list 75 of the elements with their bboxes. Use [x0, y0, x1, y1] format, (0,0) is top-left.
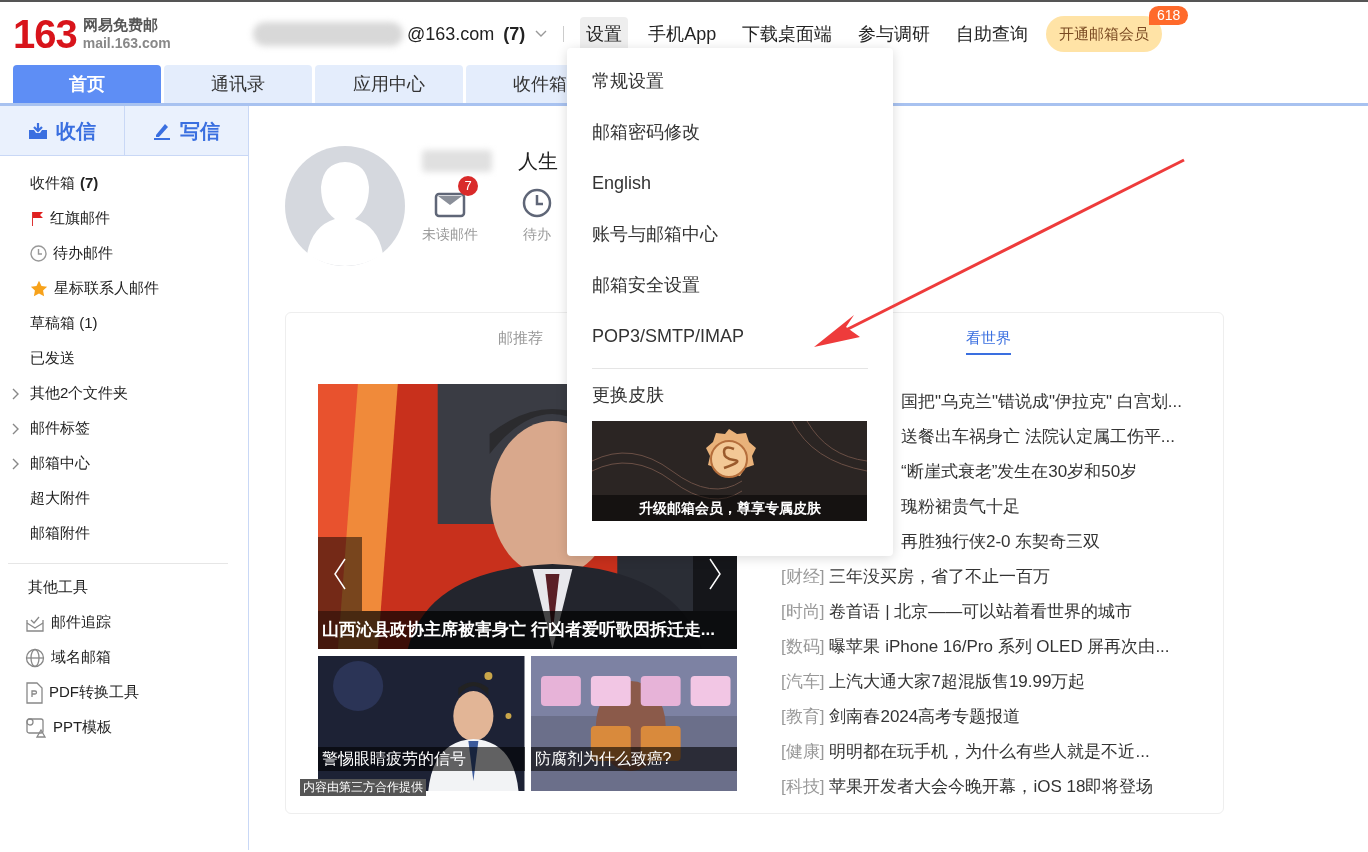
logo-name: 网易免费邮	[82, 15, 159, 35]
folder-link[interactable]: 草稿箱 (1)	[30, 312, 98, 335]
news-link[interactable]: 瑰粉裙贵气十足	[901, 493, 1020, 520]
news-link[interactable]: 送餐出车祸身亡 法院认定属工伤平...	[901, 423, 1175, 450]
clock-icon	[30, 245, 47, 262]
chevron-right-icon[interactable]	[11, 458, 19, 470]
news-category: [时尚]	[781, 600, 825, 623]
compose-button[interactable]: 写信	[124, 106, 248, 155]
flag-icon	[30, 210, 44, 227]
menu-item[interactable]: POP3/SMTP/IMAP	[592, 311, 868, 362]
menu-item[interactable]: English	[592, 158, 868, 209]
clock-icon	[522, 188, 552, 218]
account-selector[interactable]: @163.com (7)	[253, 20, 548, 48]
news-category: [健康]	[781, 740, 825, 763]
chevron-right-icon[interactable]	[11, 388, 19, 400]
folder-link[interactable]: 其他2个文件夹	[30, 382, 129, 405]
tool-link[interactable]: PDF转换工具	[49, 681, 139, 704]
news-link[interactable]: “断崖式衰老”发生在30岁和50岁	[901, 458, 1138, 485]
news-link[interactable]: 三年没买房，省了不止一百万	[829, 563, 1051, 590]
document-icon	[25, 681, 43, 704]
folder-link[interactable]: 待办邮件	[53, 242, 113, 265]
nav-link[interactable]: 下载桌面端	[736, 16, 839, 52]
news-link[interactable]: 上汽大通大家7超混版售19.99万起	[829, 668, 1086, 695]
nav-link[interactable]: 手机App	[642, 16, 723, 52]
tool-link[interactable]: 域名邮箱	[51, 646, 111, 669]
globe-icon	[25, 647, 45, 668]
news-link[interactable]: 剑南春2024高考专题报道	[829, 703, 1021, 730]
news-link[interactable]: 卷首语 | 北京——可以站着看世界的城市	[829, 598, 1133, 625]
folder-link[interactable]: 收件箱 (7)	[30, 172, 99, 195]
logo-domain: mail.163.com	[82, 34, 171, 53]
main-tab[interactable]: 应用中心	[315, 65, 463, 103]
menu-item[interactable]: 账号与邮箱中心	[592, 209, 868, 260]
news-category: [数码]	[781, 635, 825, 658]
logo-number: 163	[13, 14, 77, 54]
source-label: 内容由第三方合作提供	[300, 779, 426, 796]
nav-link[interactable]: 参与调研	[852, 16, 937, 52]
news-category: [科技]	[781, 775, 825, 798]
receive-mail-button[interactable]: 收信	[0, 106, 125, 155]
chevron-right-icon[interactable]	[11, 423, 19, 435]
folder-link[interactable]: 邮件标签	[30, 417, 90, 440]
folder-link[interactable]: 邮箱中心	[30, 452, 90, 475]
tool-link[interactable]: PPT模板	[53, 716, 113, 739]
menu-item[interactable]: 邮箱密码修改	[592, 107, 868, 158]
news-link[interactable]: 明明都在玩手机，为什么有些人就是不近...	[829, 738, 1150, 765]
avatar-icon	[285, 146, 405, 266]
mail-icon	[434, 192, 466, 218]
thumbnail-caption[interactable]: 警惕眼睛疲劳的信号	[318, 747, 525, 771]
blurred-address-icon	[253, 22, 403, 46]
thumbnail-caption[interactable]: 防腐剂为什么致癌?	[530, 747, 737, 771]
shapes-icon	[25, 716, 47, 739]
chevron-down-icon	[535, 30, 548, 38]
news-category: [财经]	[781, 565, 825, 588]
news-link[interactable]: 苹果开发者大会今晚开幕，iOS 18即将登场	[829, 773, 1154, 800]
folder-link[interactable]: 邮箱附件	[30, 522, 90, 545]
news-link[interactable]: 再胜独行侠2-0 东契奇三双	[901, 528, 1101, 555]
section-title: 其他工具	[27, 577, 89, 598]
main-tab[interactable]: 通讯录	[164, 65, 312, 103]
folder-link[interactable]: 星标联系人邮件	[54, 277, 159, 300]
folder-link[interactable]: 超大附件	[30, 487, 90, 510]
blurred-name-icon	[422, 150, 492, 172]
panel-tab[interactable]: 看世界	[966, 326, 1012, 356]
nav-link[interactable]: 自助查询	[950, 16, 1035, 52]
news-link[interactable]: 曝苹果 iPhone 16/Pro 系列 OLED 屏再次由...	[829, 633, 1170, 660]
news-link[interactable]: 国把"乌克兰"错说成"伊拉克" 白宫划...	[901, 388, 1183, 415]
menu-item[interactable]: 邮箱安全设置	[592, 260, 868, 311]
unread-badge: 7	[458, 176, 478, 196]
tool-link[interactable]: 邮件追踪	[51, 611, 111, 634]
news-category: [教育]	[781, 705, 825, 728]
promo-badge: 618	[1149, 5, 1189, 25]
inbox-download-icon	[27, 121, 48, 140]
star-icon	[30, 280, 48, 297]
profile-name: 人生	[518, 149, 558, 174]
news-category: [汽车]	[781, 670, 825, 693]
folder-link[interactable]: 红旗邮件	[50, 207, 110, 230]
folder-link[interactable]: 已发送	[30, 347, 75, 370]
